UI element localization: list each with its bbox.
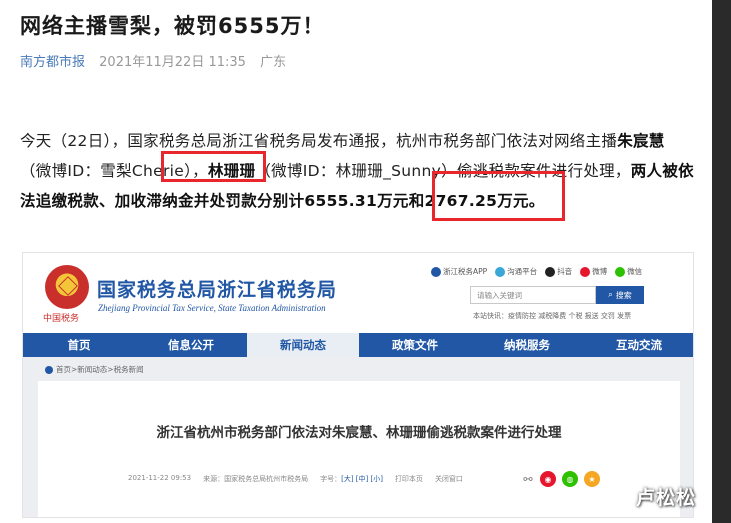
close-window-link[interactable]: 关闭窗口 [435, 474, 463, 484]
site-org-name-cn: 国家税务总局浙江省税务局 [97, 279, 338, 301]
article-meta: 南方都市报 2021年11月22日 11:35 广东 [20, 51, 286, 70]
wechat-link[interactable]: 微信 [615, 266, 642, 277]
person-name-2: 林珊珊 [207, 162, 256, 180]
nav-interaction[interactable]: 互动交流 [583, 333, 693, 357]
weibo-icon [580, 267, 591, 277]
watermark: 卢松松 [636, 487, 697, 509]
site-article-panel: 浙江省杭州市税务部门依法对朱宸慧、林珊珊偷逃税款案件进行处理 2021-11-2… [38, 381, 680, 517]
nav-news[interactable]: 新闻动态 [247, 333, 359, 357]
publish-region: 广东 [260, 55, 287, 70]
search-icon: ⌕ [608, 290, 613, 299]
article-headline: 网络主播雪梨，被罚6555万！ [20, 14, 325, 38]
person-name-1: 朱宸慧 [617, 132, 665, 150]
site-top-links: 浙江税务APP 沟通平台 抖音 微博 微信 [431, 266, 642, 277]
nav-tax-service[interactable]: 纳税服务 [471, 333, 583, 357]
app-icon [431, 267, 441, 277]
nav-info-disclosure[interactable]: 信息公开 [135, 333, 247, 357]
share-qzone-icon[interactable]: ★ [584, 471, 600, 487]
share-weibo-icon[interactable]: ◉ [540, 471, 556, 487]
site-article-meta: 2021-11-22 09:53 来源：国家税务总局杭州市税务局 字号：[大] … [128, 474, 463, 484]
weibo-link[interactable]: 微博 [580, 266, 607, 277]
china-tax-logo-text: 中国税务 [43, 314, 80, 324]
wechat-icon [615, 267, 626, 277]
share-wechat-icon[interactable]: ◍ [562, 471, 578, 487]
site-article-date: 2021-11-22 09:53 [128, 474, 192, 482]
platform-link[interactable]: 沟通平台 [495, 266, 537, 277]
nav-policy[interactable]: 政策文件 [359, 333, 471, 357]
site-article-source: 来源：国家税务总局杭州市税务局 [203, 475, 309, 483]
font-size-control: 字号：[大] [中] [小] [320, 475, 383, 483]
print-link[interactable]: 打印本页 [395, 474, 423, 484]
publish-datetime: 2021年11月22日 11:35 [99, 55, 246, 70]
share-bar: ⚯ ◉ ◍ ★ [522, 471, 600, 487]
douyin-link[interactable]: 抖音 [545, 266, 572, 277]
breadcrumb: 首页>新闻动态>税务新闻 [45, 364, 144, 375]
source-link[interactable]: 南方都市报 [20, 55, 85, 70]
embedded-tax-bureau-screenshot: 中国税务 国家税务总局浙江省税务局 Zhejiang Provincial Ta… [22, 252, 694, 518]
article-paragraph: 今天（22日），国家税务总局浙江省税务局发布通报，杭州市税务部门依法对网络主播朱… [20, 132, 694, 210]
home-icon [45, 365, 53, 374]
site-search-button[interactable]: ⌕ 搜索 [596, 286, 644, 304]
window-scrollbar[interactable] [712, 0, 731, 523]
site-main-nav: 首页 信息公开 新闻动态 政策文件 纳税服务 互动交流 [23, 333, 693, 357]
tax-emblem-icon [45, 265, 89, 309]
app-link[interactable]: 浙江税务APP [431, 266, 487, 277]
site-quick-links[interactable]: 本站快讯：疫情防控 减税降费 个税 报送 交罚 发票 [473, 311, 631, 321]
site-search-input[interactable]: 请输入关键词 [470, 286, 596, 304]
share-icon[interactable]: ⚯ [522, 473, 534, 486]
site-header: 中国税务 国家税务总局浙江省税务局 Zhejiang Provincial Ta… [23, 253, 693, 333]
site-org-name-en: Zhejiang Provincial Tax Service, State T… [98, 303, 326, 313]
nav-home[interactable]: 首页 [23, 333, 135, 357]
chat-icon [495, 267, 506, 277]
douyin-icon [545, 267, 556, 277]
site-article-title: 浙江省杭州市税务部门依法对朱宸慧、林珊珊偷逃税款案件进行处理 [156, 425, 562, 441]
